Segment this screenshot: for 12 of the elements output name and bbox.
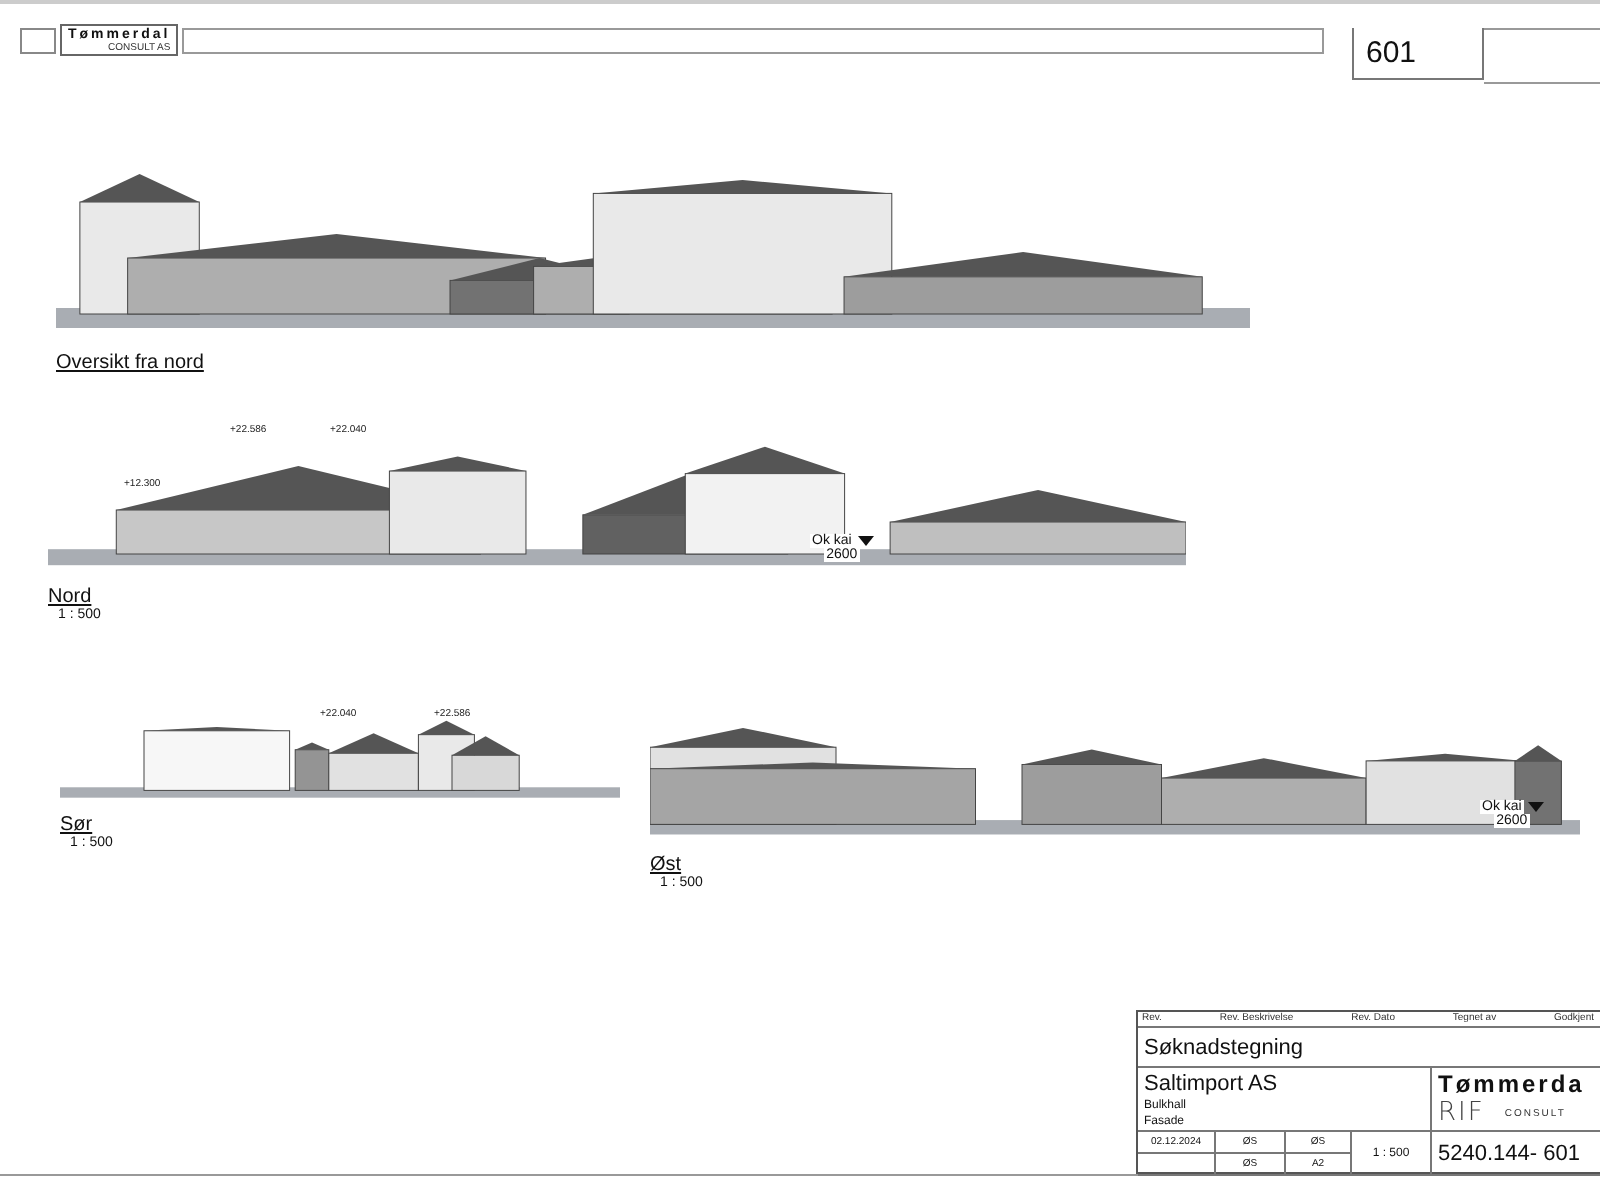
sheet-number: 601 bbox=[1366, 36, 1417, 70]
level-triangle-icon bbox=[1527, 802, 1544, 812]
frame-box bbox=[1484, 28, 1600, 84]
view-title: Oversikt fra nord bbox=[56, 352, 204, 374]
drawing-type: Søknadstegning bbox=[1144, 1035, 1303, 1059]
client-name: Saltimport AS bbox=[1144, 1071, 1278, 1095]
level-triangle-icon bbox=[857, 536, 874, 546]
view-title: Øst bbox=[650, 854, 682, 876]
view-title: Nord bbox=[48, 586, 92, 608]
drawing-number: 5240.144- 601 bbox=[1438, 1141, 1580, 1165]
view-title: Sør bbox=[60, 814, 93, 836]
frame-box bbox=[20, 28, 56, 54]
